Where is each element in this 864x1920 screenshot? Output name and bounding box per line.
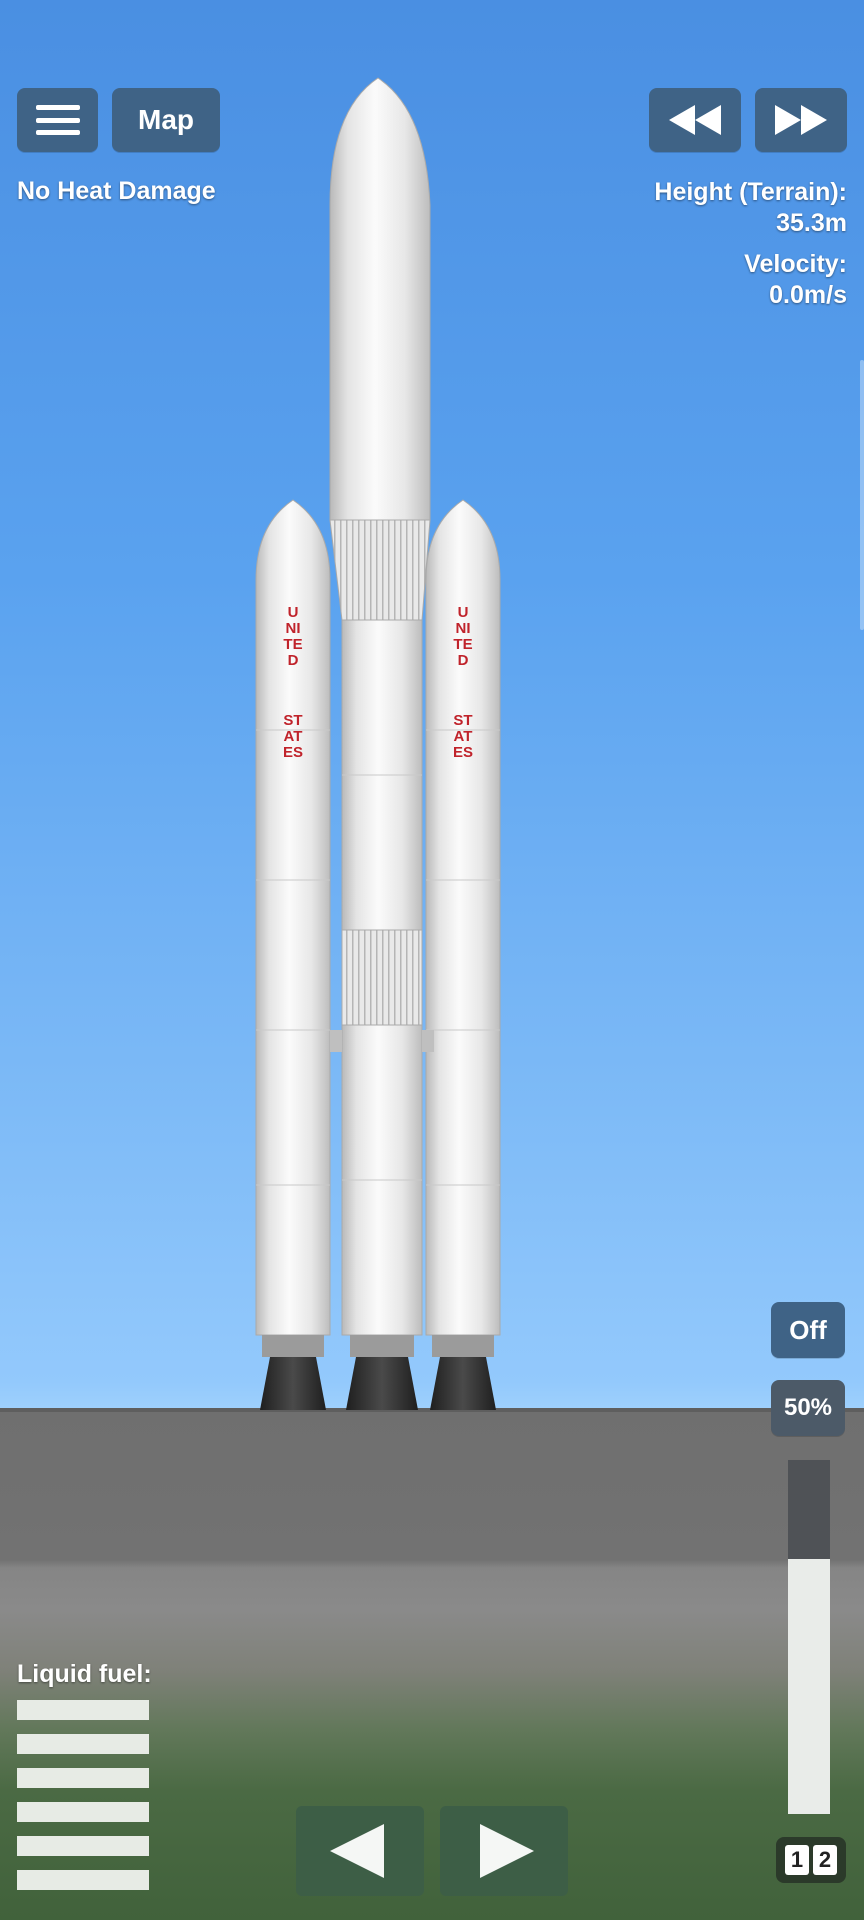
percent-label: 50%	[783, 1394, 833, 1421]
rewind-icon	[669, 105, 721, 135]
flight-readout: Height (Terrain): 35.3m Velocity: 0.0m/s	[654, 177, 847, 311]
rotate-left-icon	[330, 1824, 384, 1878]
center-core	[329, 77, 431, 1336]
left-booster-livery: UNITED STATES	[283, 605, 303, 761]
off-label: Off	[789, 1314, 827, 1345]
throttle-50-button[interactable]: 50%	[771, 1380, 845, 1436]
rotate-left-button[interactable]	[296, 1806, 424, 1896]
hamburger-menu-icon	[35, 105, 80, 135]
right-booster-livery: UNITED STATES	[453, 605, 473, 761]
rewind-button[interactable]	[649, 88, 741, 152]
fuel-bar	[17, 1700, 149, 1720]
height-value: 35.3m	[776, 209, 847, 237]
livery-text-line2: STATES	[453, 712, 474, 761]
rotate-right-button[interactable]	[440, 1806, 568, 1896]
livery-text-line2: STATES	[283, 712, 304, 761]
stage-digit-2: 2	[813, 1845, 837, 1875]
livery-text-line1: UNITED	[453, 604, 473, 669]
map-label: Map	[138, 104, 194, 135]
fuel-bar	[17, 1836, 149, 1856]
velocity-label: Velocity:	[744, 250, 847, 278]
velocity-value: 0.0m/s	[769, 281, 847, 309]
scroll-indicator	[860, 360, 864, 630]
rotate-right-icon	[480, 1824, 534, 1878]
fuel-bar	[17, 1734, 149, 1754]
fuel-bar	[17, 1870, 149, 1890]
stage-indicator[interactable]: 1 2	[776, 1837, 846, 1883]
menu-button[interactable]	[17, 88, 98, 152]
map-button[interactable]: Map	[112, 88, 220, 152]
engines	[260, 1335, 496, 1410]
throttle-slider[interactable]	[788, 1460, 830, 1814]
fuel-bar	[17, 1802, 149, 1822]
heat-damage-status: No Heat Damage	[17, 177, 216, 205]
height-label: Height (Terrain):	[654, 178, 847, 206]
engine-off-button[interactable]: Off	[771, 1302, 845, 1358]
stage-digit-1: 1	[785, 1845, 809, 1875]
throttle-fill	[788, 1559, 830, 1814]
fuel-label: Liquid fuel:	[17, 1660, 152, 1688]
livery-text-line1: UNITED	[283, 604, 303, 669]
fuel-bar	[17, 1768, 149, 1788]
fast-forward-icon	[775, 105, 827, 135]
fast-forward-button[interactable]	[755, 88, 847, 152]
